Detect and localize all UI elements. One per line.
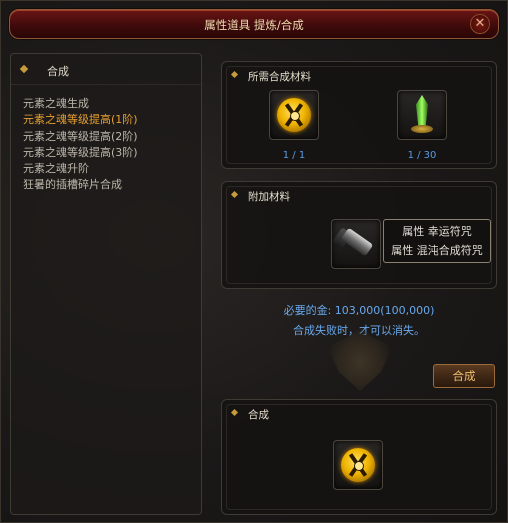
refine-synthesis-window: 属性道具 提炼/合成 ✕ 合成 元素之魂生成 元素之魂等级提高(1阶) 元素之魂…	[0, 0, 508, 523]
result-label: 合成	[248, 409, 269, 421]
additional-material-tooltip: 属性 幸运符咒 属性 混沌合成符咒	[383, 219, 491, 263]
category-header: 合成	[11, 54, 201, 85]
category-list: 元素之魂生成 元素之魂等级提高(1阶) 元素之魂等级提高(2阶) 元素之魂等级提…	[23, 96, 138, 194]
diamond-bullet-icon	[19, 64, 29, 74]
tooltip-line: 属性 混沌合成符咒	[391, 244, 483, 257]
close-icon: ✕	[474, 16, 486, 31]
required-materials-panel: 所需合成材料 1 / 1 1 / 30	[221, 61, 497, 169]
required-materials-label: 所需合成材料	[248, 71, 311, 83]
category-panel: 合成 元素之魂生成 元素之魂等级提高(1阶) 元素之魂等级提高(2阶) 元素之魂…	[10, 53, 202, 515]
category-item[interactable]: 狂暑的插槽碎片合成	[23, 177, 138, 193]
material-slot-1[interactable]	[269, 90, 319, 140]
material-count-1: 1 / 1	[282, 150, 306, 161]
material-slot-2[interactable]	[397, 90, 447, 140]
category-item[interactable]: 元素之魂升阶	[23, 161, 138, 177]
additional-materials-label: 附加材料	[248, 191, 290, 203]
category-item[interactable]: 元素之魂等级提高(3阶)	[23, 145, 138, 161]
synthesize-button[interactable]: 合成	[433, 364, 495, 388]
result-panel: 合成	[221, 399, 497, 515]
golden-element-soul-icon	[341, 448, 375, 482]
category-header-label: 合成	[47, 65, 69, 78]
category-item[interactable]: 元素之魂等级提高(2阶)	[23, 129, 138, 145]
category-item[interactable]: 元素之魂生成	[23, 96, 138, 112]
close-button[interactable]: ✕	[470, 14, 490, 34]
material-count-2: 1 / 30	[407, 150, 437, 161]
result-slot[interactable]	[333, 440, 383, 490]
category-item-selected[interactable]: 元素之魂等级提高(1阶)	[23, 112, 138, 128]
scroll-item-icon	[340, 227, 374, 257]
tooltip-line: 属性 幸运符咒	[402, 225, 472, 238]
additional-material-slot[interactable]	[331, 219, 381, 269]
gold-cost-text: 必要的金: 103,000(100,000)	[283, 304, 435, 317]
window-title: 属性道具 提炼/合成	[204, 18, 304, 32]
green-crystal-icon	[416, 95, 428, 127]
title-bar[interactable]: 属性道具 提炼/合成 ✕	[9, 9, 499, 39]
golden-element-soul-icon	[277, 98, 311, 132]
